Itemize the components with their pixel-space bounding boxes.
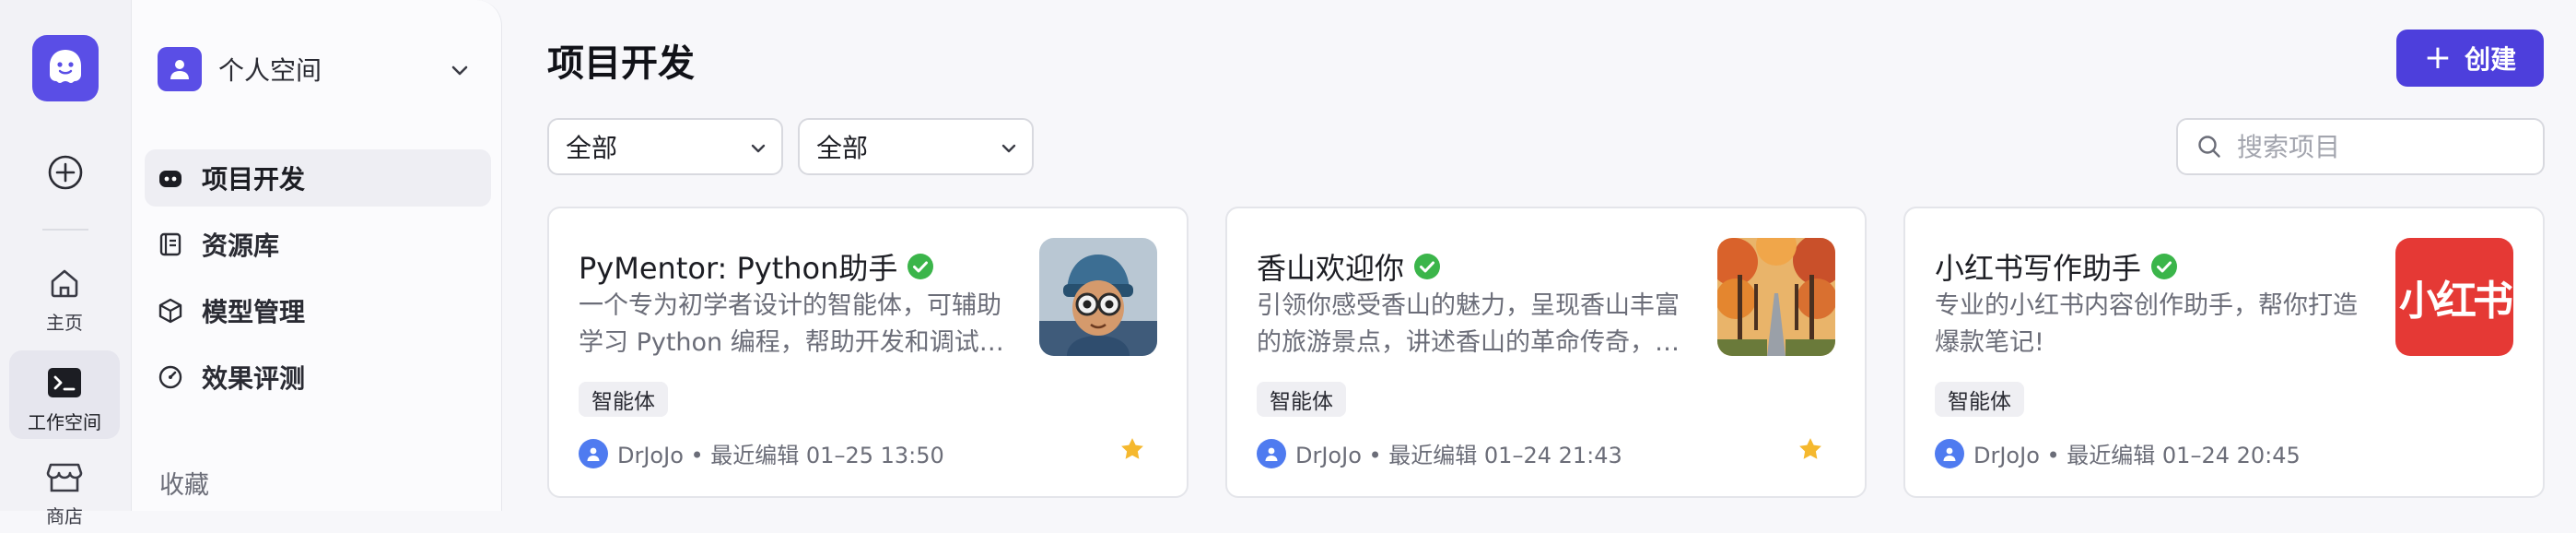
user-icon (1943, 447, 1956, 461)
rail-item-label: 商店 (46, 505, 83, 527)
card-meta: DrJoJo • 最近编辑 01–24 21:43 (1257, 437, 1622, 469)
user-icon (1265, 447, 1278, 461)
card-title-row: 香山欢迎你 (1257, 245, 1441, 288)
chevron-down-icon (451, 65, 468, 76)
robot-mascot-image (1039, 238, 1157, 356)
nav-item-library[interactable]: 资源库 (145, 216, 491, 273)
avatar (1935, 438, 1964, 468)
book-icon (159, 232, 181, 256)
rail-item-label: 工作空间 (28, 411, 101, 433)
create-button-label: 创建 (2465, 44, 2517, 75)
card-meta: DrJoJo • 最近编辑 01–25 13:50 (579, 437, 944, 469)
verified-check-icon (1414, 254, 1441, 279)
rail-item-label: 主页 (46, 312, 83, 334)
gauge-icon (158, 365, 182, 389)
avatar (1257, 438, 1286, 468)
search-icon (2198, 136, 2220, 158)
workspace-sidebar: 个人空间 项目开发 资源库 模型管理 效果评测 收藏 (132, 0, 502, 511)
rail-item-home[interactable]: 主页 (9, 251, 120, 339)
ghost-logo-icon (50, 50, 81, 83)
project-card[interactable]: PyMentor: Python助手 一个专为初学者设计的智能体，可辅助 学习 … (547, 207, 1188, 498)
filter-status-value: 全部 (816, 133, 869, 163)
store-icon (46, 463, 83, 492)
bot-icon (159, 171, 181, 187)
plus-icon: + (2423, 39, 2453, 77)
card-title-row: PyMentor: Python助手 (579, 245, 934, 288)
star-icon[interactable] (1797, 435, 1824, 463)
card-tag: 智能体 (1257, 382, 1346, 417)
project-card[interactable]: 香山欢迎你 引领你感受香山的魅力，呈现香山丰富 的旅游景点，讲述香山的革命传奇，… (1225, 207, 1867, 498)
card-title: 小红书写作助手 (1935, 251, 2142, 286)
card-tag: 智能体 (579, 382, 668, 417)
card-title-row: 小红书写作助手 (1935, 245, 2178, 288)
card-meta-text: DrJoJo • 最近编辑 01–24 20:45 (1973, 443, 2301, 468)
app-rail: 主页 工作空间 商店 (0, 0, 132, 527)
autumn-path-image (1717, 238, 1835, 356)
create-button[interactable]: + 创建 (2396, 30, 2544, 87)
nav-item-label: 资源库 (202, 231, 280, 261)
add-icon[interactable] (44, 151, 87, 194)
filter-type-select[interactable]: 全部 (547, 118, 783, 175)
card-description-line: 爆款笔记! (1935, 328, 2044, 357)
filter-type-value: 全部 (566, 133, 618, 163)
card-description: 专业的小红书内容创作助手，帮你打造 爆款笔记! (1935, 288, 2377, 361)
app-logo[interactable] (32, 35, 99, 101)
chevron-down-icon (1001, 144, 1016, 153)
card-title: PyMentor: Python助手 (579, 251, 898, 286)
rail-item-workspace[interactable]: 工作空间 (9, 350, 120, 439)
page-title: 项目开发 (547, 42, 695, 85)
card-description-line: 学习 Python 编程，帮助开发和调试代码 (579, 328, 1021, 357)
card-description: 引领你感受香山的魅力，呈现香山丰富 的旅游景点，讲述香山的革命传奇，推荐 (1257, 288, 1699, 361)
search-input[interactable] (2235, 130, 2530, 163)
card-tag: 智能体 (1935, 382, 2024, 417)
verified-check-icon (2151, 254, 2178, 279)
card-description: 一个专为初学者设计的智能体，可辅助 学习 Python 编程，帮助开发和调试代码 (579, 288, 1021, 361)
card-meta-text: DrJoJo • 最近编辑 01–24 21:43 (1295, 443, 1622, 468)
card-description-line: 专业的小红书内容创作助手，帮你打造 (1935, 291, 2358, 320)
nav-item-models[interactable]: 模型管理 (145, 282, 491, 339)
filter-status-select[interactable]: 全部 (798, 118, 1034, 175)
space-switcher[interactable]: 个人空间 (158, 46, 480, 92)
project-search (2176, 118, 2545, 175)
verified-check-icon (907, 254, 934, 279)
rail-item-store[interactable]: 商店 (9, 444, 120, 533)
card-description-line: 引领你感受香山的魅力，呈现香山丰富 (1257, 291, 1680, 320)
rail-divider (42, 229, 88, 231)
nav-item-label: 效果评测 (202, 363, 306, 394)
card-description-line: 一个专为初学者设计的智能体，可辅助 (579, 291, 1001, 320)
user-icon (170, 60, 189, 79)
avatar (579, 438, 608, 468)
chevron-down-icon (751, 144, 766, 153)
card-title: 香山欢迎你 (1257, 251, 1405, 286)
nav-item-evaluation[interactable]: 效果评测 (145, 349, 491, 406)
terminal-icon (48, 368, 81, 397)
card-thumbnail (1039, 238, 1157, 356)
favorites-section-label: 收藏 (159, 471, 209, 500)
card-description-line: 的旅游景点，讲述香山的革命传奇，推荐 (1257, 328, 1699, 357)
card-thumbnail: 小红书 (2395, 238, 2513, 356)
project-card[interactable]: 小红书写作助手 专业的小红书内容创作助手，帮你打造 爆款笔记! 小红书 智能体 … (1903, 207, 2545, 498)
rednote-logo: 小红书 (2395, 238, 2513, 356)
space-name: 个人空间 (218, 55, 322, 86)
space-avatar (158, 47, 202, 91)
nav-item-label: 模型管理 (202, 297, 306, 327)
user-icon (587, 447, 600, 461)
home-icon (51, 269, 78, 298)
card-meta: DrJoJo • 最近编辑 01–24 20:45 (1935, 437, 2301, 469)
cube-icon (158, 298, 182, 324)
card-thumbnail (1717, 238, 1835, 356)
card-meta-text: DrJoJo • 最近编辑 01–25 13:50 (617, 443, 944, 468)
star-icon[interactable] (1118, 435, 1146, 463)
nav-item-label: 项目开发 (202, 164, 306, 195)
nav-item-project-dev[interactable]: 项目开发 (145, 149, 491, 207)
